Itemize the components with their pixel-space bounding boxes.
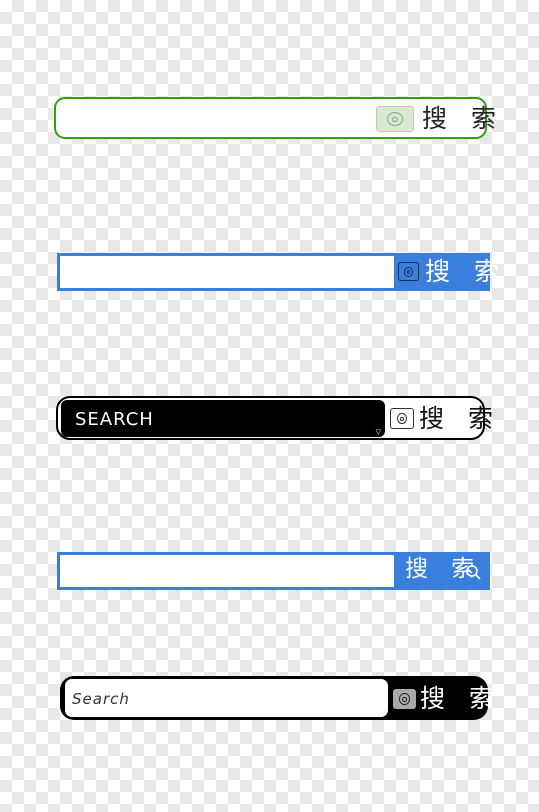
dropdown-triangle-icon: ▽: [375, 428, 381, 436]
search-bar-blue: 搜 索: [57, 253, 499, 291]
search-icon[interactable]: [465, 564, 483, 582]
search-bar-black-frame: Search 搜 索: [60, 676, 494, 720]
camera-icon[interactable]: [393, 689, 416, 709]
search-input[interactable]: Search: [65, 679, 388, 717]
camera-icon[interactable]: [398, 262, 419, 281]
search-button[interactable]: 搜 索: [419, 406, 501, 431]
search-bar-blue-magnifier: 搜 索: [57, 552, 490, 590]
search-placeholder: Search: [72, 690, 130, 708]
search-input[interactable]: SEARCH ▽: [61, 400, 385, 437]
search-bar-black-input: SEARCH ▽ 搜 索: [56, 396, 493, 440]
search-input[interactable]: [60, 555, 394, 587]
search-input[interactable]: [60, 256, 394, 288]
search-button[interactable]: 搜 索: [425, 259, 507, 284]
search-bar-green: 搜 索: [54, 97, 496, 139]
camera-icon[interactable]: [390, 408, 414, 429]
search-button[interactable]: 搜 索: [420, 686, 502, 711]
search-placeholder: SEARCH: [75, 409, 154, 430]
search-input[interactable]: [62, 103, 372, 133]
camera-icon[interactable]: [376, 106, 414, 132]
search-button[interactable]: 搜 索: [422, 106, 504, 131]
